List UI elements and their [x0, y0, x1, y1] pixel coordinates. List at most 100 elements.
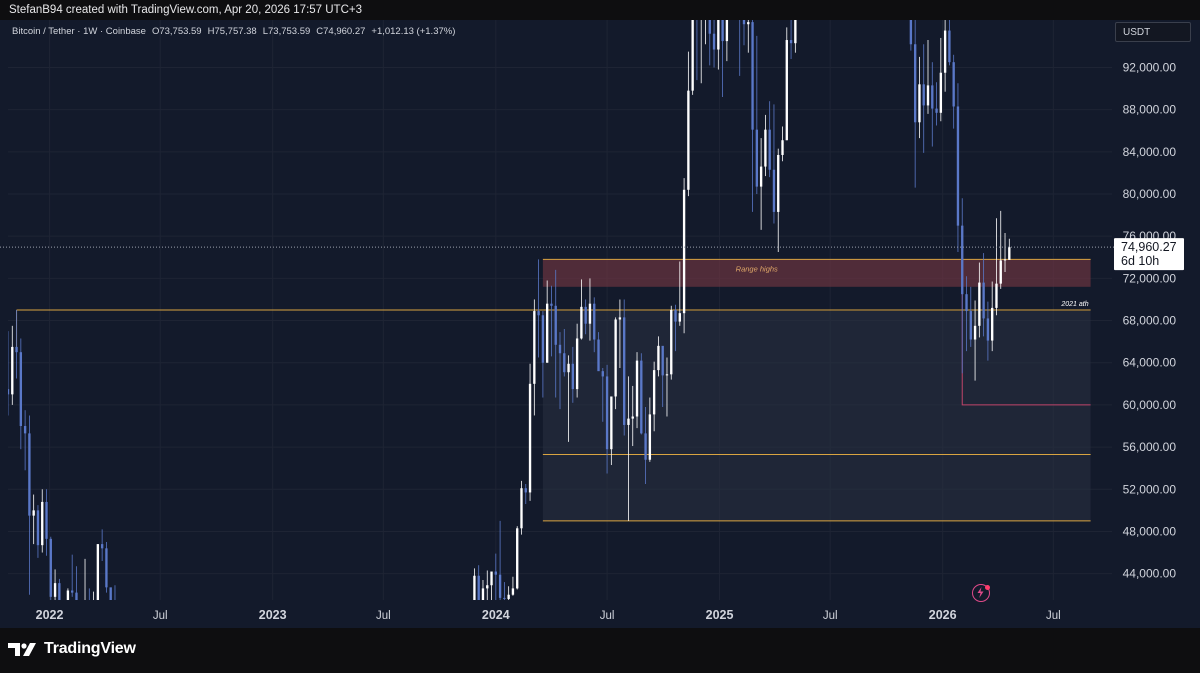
range-highs-zone — [542, 259, 1091, 287]
candle-body — [610, 396, 613, 450]
candle-body — [511, 588, 515, 595]
candle-body — [550, 303, 553, 306]
candle-body — [53, 583, 57, 597]
footer-bar — [0, 628, 1200, 673]
candle-body — [687, 90, 690, 190]
candle-body — [751, 22, 754, 130]
candle-body — [631, 416, 634, 419]
tradingview-logo[interactable]: TradingView — [8, 640, 136, 658]
candle-body — [507, 594, 510, 599]
candle-body — [922, 84, 925, 106]
x-tick-label: Jul — [823, 610, 838, 622]
y-tick-label: 92,000.00 — [1123, 60, 1177, 74]
candle-body — [623, 317, 626, 425]
candle-body — [36, 510, 40, 546]
candle-body — [19, 352, 23, 426]
legend-open: O73,753.59 — [151, 26, 202, 37]
candle-body — [563, 353, 566, 373]
candle-body — [943, 30, 947, 73]
candle-body — [593, 303, 596, 340]
candle-body — [952, 62, 955, 107]
y-tick-label: 56,000.00 — [1123, 440, 1177, 454]
y-tick-label: 68,000.00 — [1123, 314, 1177, 328]
candle-body — [23, 426, 27, 434]
candle-body — [105, 548, 108, 588]
currency-button[interactable]: USDT — [1115, 22, 1191, 42]
candle-body — [644, 433, 647, 460]
candle-body — [524, 488, 527, 493]
candle-body — [926, 85, 930, 106]
tradingview-brand: TradingView — [44, 640, 136, 657]
candle-body — [554, 305, 557, 345]
candle-body — [635, 360, 639, 417]
y-tick-label: 44,000.00 — [1123, 567, 1177, 581]
candle-body — [614, 319, 617, 397]
candle-body — [477, 575, 480, 600]
candle-body — [597, 339, 600, 372]
price-tag-countdown: 6d 10h — [1121, 254, 1159, 268]
candle-body — [781, 140, 784, 155]
x-tick-label: Jul — [153, 610, 168, 622]
candle-body — [755, 129, 759, 187]
symbol-legend: Bitcoin / Tether · 1W · Coinbase O73,753.… — [12, 26, 461, 37]
candle-body — [764, 129, 767, 167]
x-tick-label: 2024 — [482, 608, 510, 622]
x-tick-label: 2022 — [36, 608, 64, 622]
candlestick-chart[interactable]: Range highs 2021 ath 44,000.00 48,000.00 52,… — [0, 20, 1200, 628]
candle-body — [45, 501, 48, 539]
candle-body — [1003, 259, 1007, 261]
candle-body — [503, 597, 506, 599]
candle-body — [558, 344, 562, 354]
x-tick-label: Jul — [600, 610, 615, 622]
candle-body — [670, 310, 673, 375]
candle-body — [96, 544, 100, 600]
candle-body — [1008, 247, 1011, 260]
candle-body — [712, 33, 716, 50]
candle-body — [66, 590, 70, 600]
candle-body — [92, 602, 94, 628]
candle-body — [15, 346, 18, 353]
candle-body — [71, 590, 74, 593]
legend-close: C74,960.27 — [316, 26, 366, 37]
candle-body — [982, 282, 985, 319]
legend-low: L73,753.59 — [262, 26, 311, 37]
candle-body — [991, 307, 994, 341]
candle-body — [648, 414, 652, 460]
candle-body — [533, 311, 536, 384]
candle-body — [918, 84, 921, 123]
candle-body — [931, 85, 934, 109]
candle-body — [41, 501, 44, 546]
candle-body — [567, 363, 570, 373]
y-tick-label: 84,000.00 — [1123, 145, 1177, 159]
candle-body — [32, 510, 35, 516]
candle-body — [618, 317, 622, 320]
candle-body — [678, 313, 681, 322]
price-tag-value: 74,960.27 — [1121, 240, 1177, 254]
candle-body — [999, 260, 1002, 284]
candle-body — [580, 306, 583, 339]
candle-body — [772, 169, 776, 212]
candle-body — [652, 370, 656, 415]
tradingview-logo-icon — [8, 643, 36, 656]
attribution-bar: StefanB94 created with TradingView.com, … — [0, 0, 1200, 20]
x-tick-label: Jul — [376, 610, 391, 622]
y-tick-label: 52,000.00 — [1123, 482, 1177, 496]
y-tick-label: 60,000.00 — [1123, 398, 1177, 412]
candle-body — [909, 20, 913, 45]
candle-body — [494, 571, 497, 575]
candle-body — [978, 282, 981, 326]
candle-body — [100, 544, 104, 549]
symbol-title[interactable]: Bitcoin / Tether · 1W · Coinbase — [12, 26, 146, 37]
candle-body — [571, 363, 575, 390]
candle-body — [708, 20, 711, 34]
candle-body — [481, 588, 485, 600]
range-highs-label: Range highs — [736, 264, 778, 273]
candle-body — [785, 40, 788, 141]
candle-body — [588, 303, 592, 324]
candle-body — [486, 585, 489, 589]
candle-body — [956, 106, 960, 226]
candle-body — [665, 374, 669, 376]
x-tick-label: 2026 — [929, 608, 957, 622]
candle-body — [691, 20, 694, 91]
candle-body — [605, 376, 609, 450]
